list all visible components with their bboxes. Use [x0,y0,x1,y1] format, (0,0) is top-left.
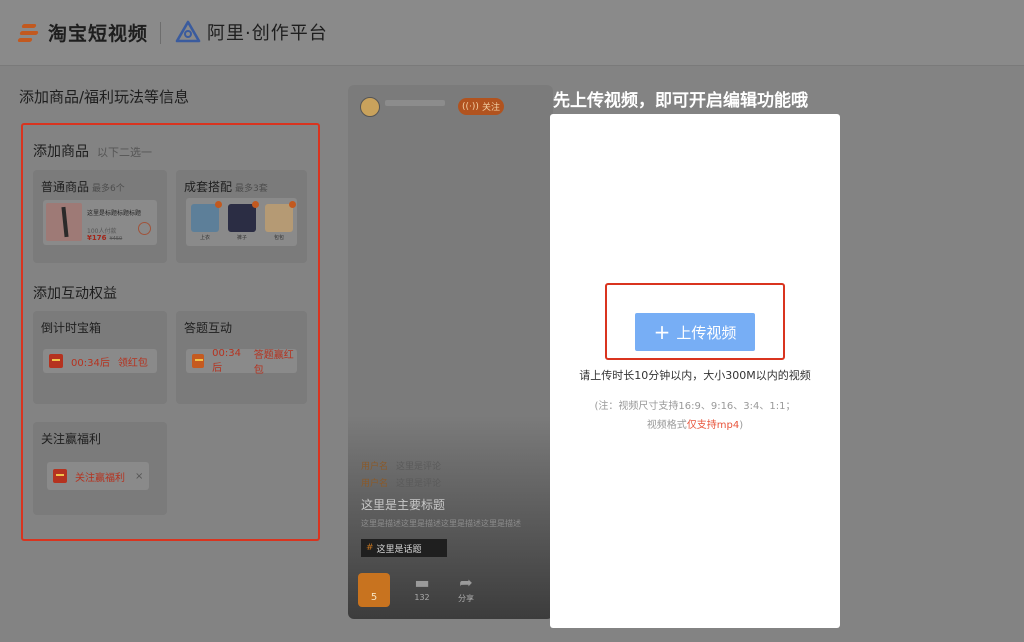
follow-reward-pill: 关注赢福利 × [47,462,149,490]
normal-product-title: 普通商品 最多6个 [41,178,125,195]
ali-creator-logo[interactable]: 阿里·创作平台 [175,19,328,45]
outfit-limit: 最多3套 [235,184,268,194]
topic-text: 这里是话题 [376,544,422,555]
hash-icon: # [366,543,374,553]
format-prefix: 视频格式 [646,420,687,431]
follow-button[interactable]: ((·)) 关注 [458,98,504,115]
add-info-panel: 添加商品 以下二选一 普通商品 最多6个 这里是标题标题标题 100人付款 ¥176… [21,123,320,541]
quiz-gift-icon [192,354,205,368]
quiz-time: 00:34后 [212,348,241,374]
outfit-item-label: 裤子 [236,235,247,241]
ali-creator-logo-text: 阿里·创作平台 [207,23,328,44]
share-label: 分享 [458,594,474,603]
header-divider [160,22,161,44]
upload-modal-caption: 先上传视频，即可开启编辑功能哦 [553,91,808,111]
comment-text: 这里是评论 [396,462,442,472]
follow-reward-title: 关注赢福利 [41,432,102,446]
ali-triangle-logo-icon [175,20,201,43]
product-preview: 这里是标题标题标题 100人付款 ¥176 ¥450 [43,200,157,245]
normal-product-card[interactable]: 普通商品 最多6个 这里是标题标题标题 100人付款 ¥176 ¥450 [33,170,167,263]
products-section-title: 添加商品 以下二选一 [33,141,152,161]
topic-tag: # 这里是话题 [361,539,447,557]
product-thumbnail [46,203,82,241]
outfit-item-top [191,201,222,232]
share-arrow-icon: ➦ [459,573,473,592]
upload-video-button[interactable]: + 上传视频 [635,313,755,351]
phone-preview: ((·)) 关注 用户名 这里是评论 用户名 这里是评论 这里是主要标题 这里是描述… [348,85,553,619]
follow-reward-close-icon[interactable]: × [135,471,143,482]
outfit-preview: 上衣 裤子 包包 [186,198,297,246]
outfit-badge-icon [252,201,259,208]
treasure-box-title: 倒计时宝箱 [41,321,102,335]
normal-product-limit: 最多6个 [92,184,125,194]
follow-gift-icon [53,469,67,483]
comment-count: 132 [414,593,430,602]
buy-circle-icon [138,222,151,235]
quiz-label: 答题赢红包 [253,350,294,376]
outfit-badge-icon [289,201,296,208]
quiz-card[interactable]: 答题互动 00:34后 答题赢红包 [176,311,307,404]
upload-hint: 请上传时长10分钟以内，大小300M以内的视频 [579,369,811,382]
upload-note-line2: 视频格式仅支持mp4) [550,416,840,435]
mp4-only-text: 仅支持mp4 [686,420,740,431]
treasure-box-card[interactable]: 倒计时宝箱 00:34后 领红包 [33,311,167,404]
live-broadcast-icon: ((·)) [462,101,479,112]
taobao-video-logo[interactable]: 淘宝短视频 [17,19,149,46]
video-description: 这里是描述这里是描述这里是描述这里是描述 [361,519,521,528]
treasure-box-pill: 00:34后 领红包 [43,349,157,373]
upload-note-line1: (注：视频尺寸支持16:9、9:16、3:4、1:1； [594,401,796,412]
outfit-item-label: 上衣 [199,235,210,241]
taobao-video-logo-icon [17,22,42,44]
outfit-item-pants [228,201,259,232]
format-suffix: ) [739,420,744,431]
treasure-box-time: 00:34后 [71,357,110,369]
author-name-placeholder [385,100,445,106]
outfit-title: 成套搭配 最多3套 [184,178,268,195]
product-price: ¥176 [87,234,107,242]
outfit-card[interactable]: 成套搭配 最多3套 上衣 裤子 包包 [176,170,307,263]
share-action: ➦ 分享 [451,573,481,604]
comment-line: 用户名 这里是评论 [361,459,441,472]
comment-text: 这里是评论 [396,479,442,489]
upload-video-modal: + 上传视频 请上传时长10分钟以内，大小300M以内的视频 (注：视频尺寸支持… [550,114,840,628]
normal-product-title-text: 普通商品 [41,180,90,194]
interact-section-title: 添加互动权益 [33,286,117,302]
treasure-box-label: 领红包 [117,357,148,369]
cart-count: 5 [370,592,378,603]
products-section-title-text: 添加商品 [33,144,89,160]
upload-format-note: (注：视频尺寸支持16:9、9:16、3:4、1:1； 视频格式仅支持mp4) [550,397,840,435]
author-avatar [360,97,380,117]
comment-bubble-icon: ▬ [414,573,430,592]
outfit-badge-icon [215,201,222,208]
page-heading: 添加商品/福利玩法等信息 [19,88,190,106]
product-preview-price: ¥176 ¥450 [87,234,122,242]
upload-video-button-label: 上传视频 [676,323,737,342]
video-main-title: 这里是主要标题 [361,498,446,512]
red-packet-icon [49,354,63,368]
top-header: 淘宝短视频 阿里·创作平台 [0,0,1024,66]
quiz-pill: 00:34后 答题赢红包 [186,348,297,376]
outfit-title-text: 成套搭配 [184,180,233,194]
shopping-bag-icon: 5 [358,573,390,607]
comment-action: ▬ 132 [407,573,437,602]
product-preview-title: 这里是标题标题标题 [87,210,142,217]
follow-reward-card[interactable]: 关注赢福利 关注赢福利 × [33,422,167,515]
comment-user: 用户名 [361,462,389,472]
plus-icon: + [653,320,671,344]
product-old-price: ¥450 [109,236,123,242]
quiz-title: 答题互动 [184,321,233,335]
comment-user: 用户名 [361,479,389,489]
comment-line: 用户名 这里是评论 [361,476,441,489]
outfit-item-bag [265,201,296,232]
taobao-video-logo-text: 淘宝短视频 [48,23,149,45]
outfit-item-label: 包包 [273,235,284,241]
follow-button-label: 关注 [481,103,500,113]
products-section-subtitle: 以下二选一 [97,146,152,159]
follow-reward-label: 关注赢福利 [75,472,125,484]
